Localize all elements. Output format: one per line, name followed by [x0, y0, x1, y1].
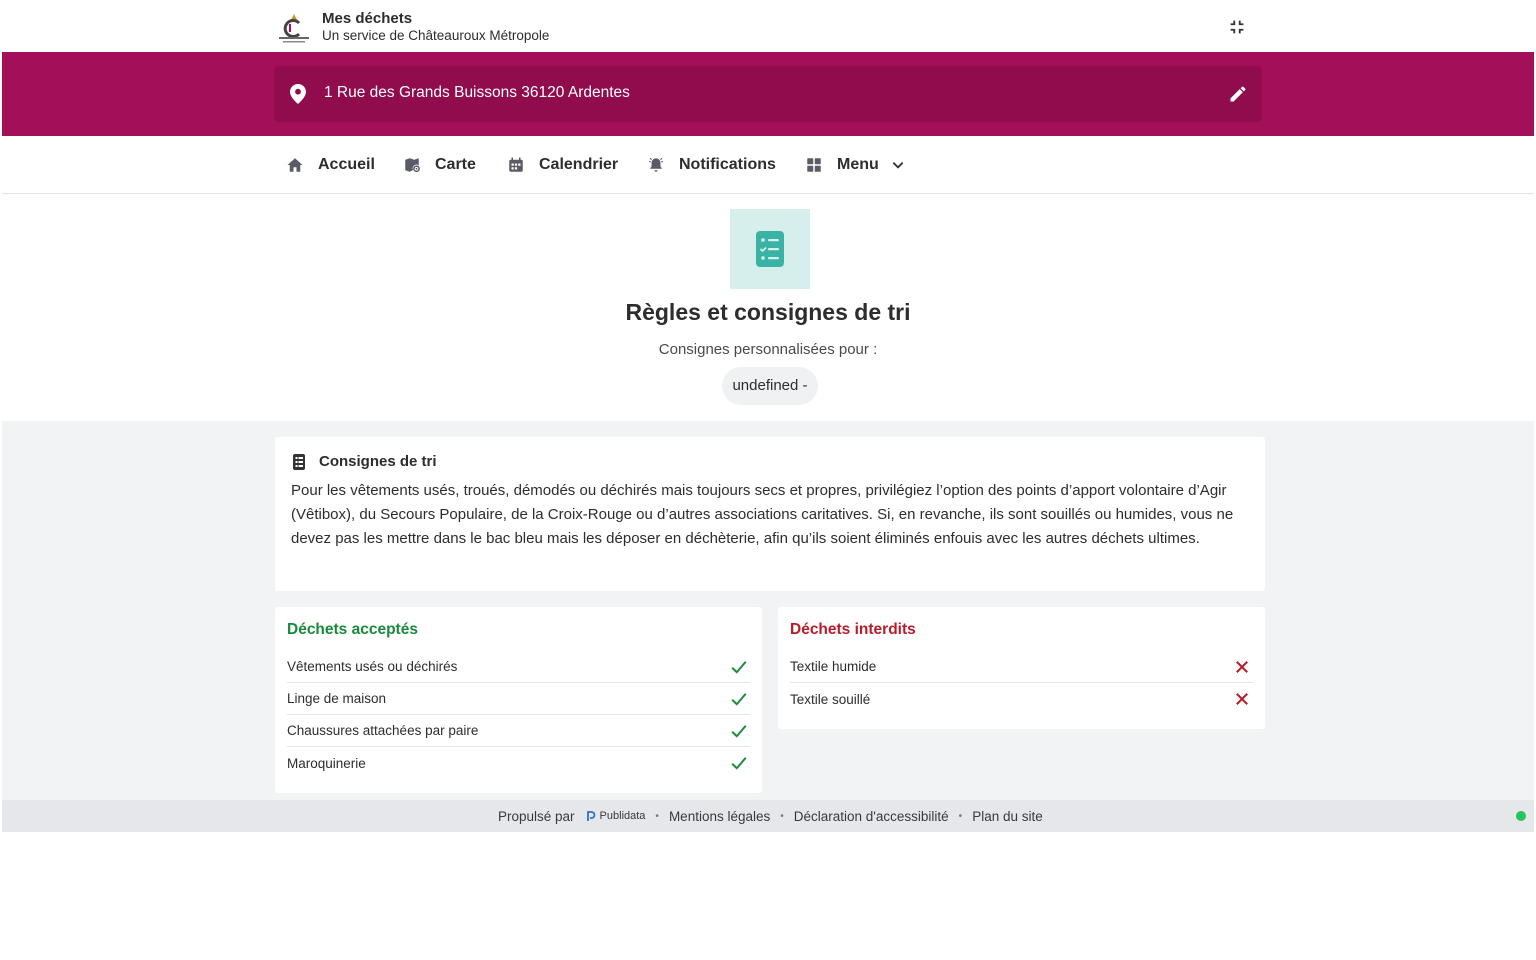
instructions-text: Pour les vêtements usés, troués, démodés…: [291, 482, 1234, 547]
waste-stream-chip: undefined -: [722, 367, 818, 405]
list-document-icon: [293, 453, 305, 470]
fullscreen-exit-icon[interactable]: [1226, 16, 1248, 38]
rejected-title: Déchets interdits: [790, 621, 916, 638]
calendar-icon: [509, 157, 523, 172]
pencil-icon[interactable]: [1228, 84, 1248, 104]
grid-icon: [807, 158, 821, 172]
page-subtitle: Consignes personnalisées pour :: [658, 341, 878, 358]
nav-item-carte[interactable]: Carte: [403, 153, 476, 177]
address-selector[interactable]: 1 Rue des Grands Buissons 36120 Ardentes: [274, 66, 1262, 122]
status-indicator: [1516, 811, 1526, 821]
item-label: Linge de maison: [287, 691, 387, 706]
instructions-card: Consignes de tri Pour les vêtements usés…: [275, 437, 1265, 591]
nav-label: Accueil: [318, 156, 375, 173]
nav-label: Notifications: [679, 156, 776, 173]
cross-icon: [1236, 660, 1248, 673]
app-title: Mes déchets: [322, 10, 413, 27]
list-item: Vêtements usés ou déchirés: [287, 651, 750, 683]
list-item: Maroquinerie: [287, 747, 750, 779]
list-item: Chaussures attachées par paire: [287, 715, 750, 747]
list-item: Textile humide: [790, 651, 1253, 683]
site-footer: Propulsé par Publidata • Mentions légale…: [2, 800, 1534, 832]
chateauroux-metropole-logo: [279, 14, 309, 43]
list-item: Textile souillé: [790, 683, 1253, 715]
powered-by-text: Propulsé par: [498, 808, 575, 824]
item-label: Maroquinerie: [287, 755, 366, 771]
rejected-list: Textile humide Textile souillé: [790, 651, 1253, 715]
content-area: Consignes de tri Pour les vêtements usés…: [2, 421, 1534, 800]
chevron-down-icon: [892, 162, 904, 169]
nav-label: Carte: [435, 156, 476, 173]
publidata-label: Publidata: [599, 810, 646, 822]
accepted-title: Déchets acceptés: [287, 621, 418, 638]
footer-links: Propulsé par Publidata • Mentions légale…: [498, 800, 1043, 832]
home-icon: [287, 158, 303, 172]
item-label: Textile souillé: [790, 691, 871, 707]
address-text: 1 Rue des Grands Buissons 36120 Ardentes: [324, 84, 630, 101]
check-icon: [731, 660, 747, 674]
accepted-list: Vêtements usés ou déchirés Linge de mais…: [287, 651, 750, 779]
page-title: Règles et consignes de tri: [625, 299, 911, 325]
separator: •: [958, 810, 963, 822]
map-icon: [405, 158, 420, 173]
accepted-waste-card: Déchets acceptés Vêtements usés ou déchi…: [275, 607, 762, 793]
list-item: Linge de maison: [287, 683, 750, 715]
check-icon: [731, 692, 747, 706]
item-label: Chaussures attachées par paire: [287, 723, 479, 738]
location-pin-icon: [290, 84, 306, 104]
publidata-logo-icon: [586, 811, 595, 821]
accessibility-link[interactable]: Déclaration d'accessibilité: [794, 809, 949, 824]
instructions-header: Consignes de tri: [291, 453, 437, 470]
nav-label: Calendrier: [539, 156, 619, 173]
check-icon: [731, 724, 747, 738]
publidata-link[interactable]: Publidata: [586, 810, 646, 822]
main-nav: Accueil Carte Calendrier Notifications M…: [2, 136, 1534, 194]
separator: •: [780, 810, 784, 822]
nav-item-accueil[interactable]: Accueil: [286, 153, 375, 177]
app-subtitle: Un service de Châteauroux Métropole: [322, 28, 550, 43]
instructions-title: Consignes de tri: [319, 453, 437, 470]
rejected-waste-card: Déchets interdits Textile humide Textile…: [778, 607, 1265, 729]
checklist-icon: [730, 209, 810, 289]
separator: •: [655, 810, 659, 822]
nav-item-notifications[interactable]: Notifications: [647, 153, 776, 177]
address-band: 1 Rue des Grands Buissons 36120 Ardentes: [2, 52, 1534, 136]
sitemap-link[interactable]: Plan du site: [972, 809, 1043, 824]
nav-label: Menu: [837, 156, 879, 173]
app-frame: Mes déchets Un service de Châteauroux Mé…: [2, 2, 1534, 832]
item-label: Textile humide: [790, 659, 877, 674]
item-label: Vêtements usés ou déchirés: [287, 659, 458, 674]
check-icon: [731, 757, 747, 770]
nav-item-menu[interactable]: Menu: [805, 153, 905, 177]
bell-icon: [648, 157, 664, 172]
page-hero: Règles et consignes de tri Consignes per…: [2, 195, 1534, 421]
nav-item-calendrier[interactable]: Calendrier: [507, 153, 618, 177]
legal-link[interactable]: Mentions légales: [669, 809, 770, 824]
cross-icon: [1236, 693, 1248, 705]
app-header: Mes déchets Un service de Châteauroux Mé…: [2, 2, 1534, 52]
